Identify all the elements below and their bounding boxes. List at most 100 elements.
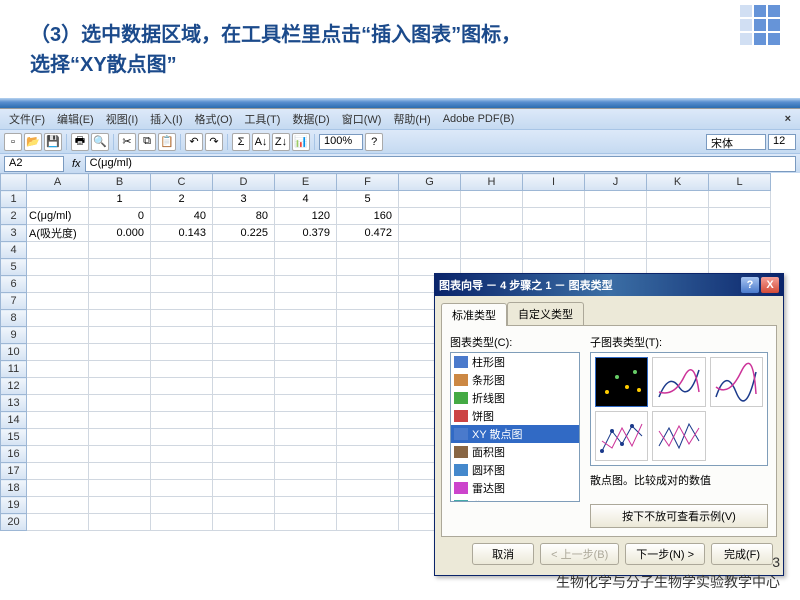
cell[interactable] (89, 276, 151, 293)
cell[interactable]: 2 (151, 191, 213, 208)
redo-icon[interactable]: ↷ (205, 133, 223, 151)
tab-standard[interactable]: 标准类型 (441, 303, 507, 326)
cell[interactable] (89, 242, 151, 259)
paste-icon[interactable]: 📋 (158, 133, 176, 151)
col-header-J[interactable]: J (585, 174, 647, 191)
cell[interactable] (151, 378, 213, 395)
cell[interactable] (275, 497, 337, 514)
cell[interactable] (523, 208, 585, 225)
col-header-D[interactable]: D (213, 174, 275, 191)
cell[interactable] (275, 242, 337, 259)
font-size-select[interactable]: 12 (768, 134, 796, 150)
cell[interactable] (213, 259, 275, 276)
formula-input[interactable]: C(μg/ml) (85, 156, 796, 172)
cell[interactable]: 0.225 (213, 225, 275, 242)
row-header-6[interactable]: 6 (1, 276, 27, 293)
cell[interactable] (27, 412, 89, 429)
sort-asc-icon[interactable]: A↓ (252, 133, 270, 151)
cell[interactable] (151, 293, 213, 310)
cell[interactable] (89, 361, 151, 378)
cell[interactable] (151, 395, 213, 412)
cell[interactable] (337, 497, 399, 514)
cell[interactable] (709, 191, 771, 208)
cell[interactable] (27, 429, 89, 446)
cancel-button[interactable]: 取消 (472, 543, 534, 565)
cell[interactable] (337, 412, 399, 429)
cell[interactable] (89, 327, 151, 344)
cell[interactable] (27, 497, 89, 514)
cell[interactable] (151, 242, 213, 259)
cell[interactable] (213, 497, 275, 514)
cell[interactable] (399, 208, 461, 225)
cell[interactable] (151, 463, 213, 480)
row-header-2[interactable]: 2 (1, 208, 27, 225)
cell[interactable] (151, 344, 213, 361)
cell[interactable] (89, 514, 151, 531)
cell[interactable] (275, 361, 337, 378)
cell[interactable] (399, 225, 461, 242)
name-box[interactable]: A2 (4, 156, 64, 172)
cell[interactable] (89, 395, 151, 412)
row-header-18[interactable]: 18 (1, 480, 27, 497)
cell[interactable] (275, 293, 337, 310)
col-header-G[interactable]: G (399, 174, 461, 191)
row-header-7[interactable]: 7 (1, 293, 27, 310)
cell[interactable] (275, 344, 337, 361)
cell[interactable]: 3 (213, 191, 275, 208)
chart-type-item[interactable]: 圆环图 (451, 461, 579, 479)
cell[interactable] (523, 191, 585, 208)
cell[interactable] (275, 446, 337, 463)
cell[interactable] (213, 480, 275, 497)
menu-file[interactable]: 文件(F) (4, 111, 50, 127)
cell[interactable] (647, 208, 709, 225)
wizard-close-icon[interactable]: X (761, 277, 779, 293)
menu-data[interactable]: 数据(D) (287, 111, 334, 127)
cell[interactable] (275, 412, 337, 429)
cell[interactable] (213, 327, 275, 344)
cell[interactable] (337, 293, 399, 310)
col-header-A[interactable]: A (27, 174, 89, 191)
cell[interactable]: 1 (89, 191, 151, 208)
chart-type-item[interactable]: 饼图 (451, 407, 579, 425)
cell[interactable] (337, 446, 399, 463)
cell[interactable] (213, 242, 275, 259)
cell[interactable] (275, 276, 337, 293)
subtype-scatter-5[interactable] (652, 411, 705, 461)
chart-type-item[interactable]: 柱形图 (451, 353, 579, 371)
cell[interactable] (275, 378, 337, 395)
cell[interactable] (275, 327, 337, 344)
cell[interactable] (275, 429, 337, 446)
row-header-10[interactable]: 10 (1, 344, 27, 361)
cell[interactable]: 5 (337, 191, 399, 208)
cell[interactable] (89, 344, 151, 361)
cell[interactable] (647, 242, 709, 259)
cell[interactable] (461, 225, 523, 242)
cell[interactable] (337, 344, 399, 361)
cell[interactable] (399, 191, 461, 208)
cell[interactable] (709, 208, 771, 225)
cell[interactable] (27, 259, 89, 276)
zoom-select[interactable]: 100% (319, 134, 363, 150)
cell[interactable] (337, 242, 399, 259)
col-header-F[interactable]: F (337, 174, 399, 191)
cell[interactable] (275, 514, 337, 531)
save-icon[interactable]: 💾 (44, 133, 62, 151)
menu-insert[interactable]: 插入(I) (145, 111, 187, 127)
cell[interactable] (461, 208, 523, 225)
chart-type-item[interactable]: 条形图 (451, 371, 579, 389)
cell[interactable] (399, 242, 461, 259)
cell[interactable] (151, 429, 213, 446)
chart-type-item[interactable]: 雷达图 (451, 479, 579, 497)
print-icon[interactable]: 🖶 (71, 133, 89, 151)
cell[interactable]: 80 (213, 208, 275, 225)
menu-tools[interactable]: 工具(T) (239, 111, 285, 127)
cell[interactable] (337, 276, 399, 293)
fx-icon[interactable]: fx (68, 158, 85, 170)
col-header-E[interactable]: E (275, 174, 337, 191)
cell[interactable] (213, 446, 275, 463)
view-sample-button[interactable]: 按下不放可查看示例(V) (590, 504, 768, 528)
autosum-icon[interactable]: Σ (232, 133, 250, 151)
cell[interactable] (151, 497, 213, 514)
chart-wizard-icon[interactable]: 📊 (292, 133, 310, 151)
cell[interactable] (337, 463, 399, 480)
